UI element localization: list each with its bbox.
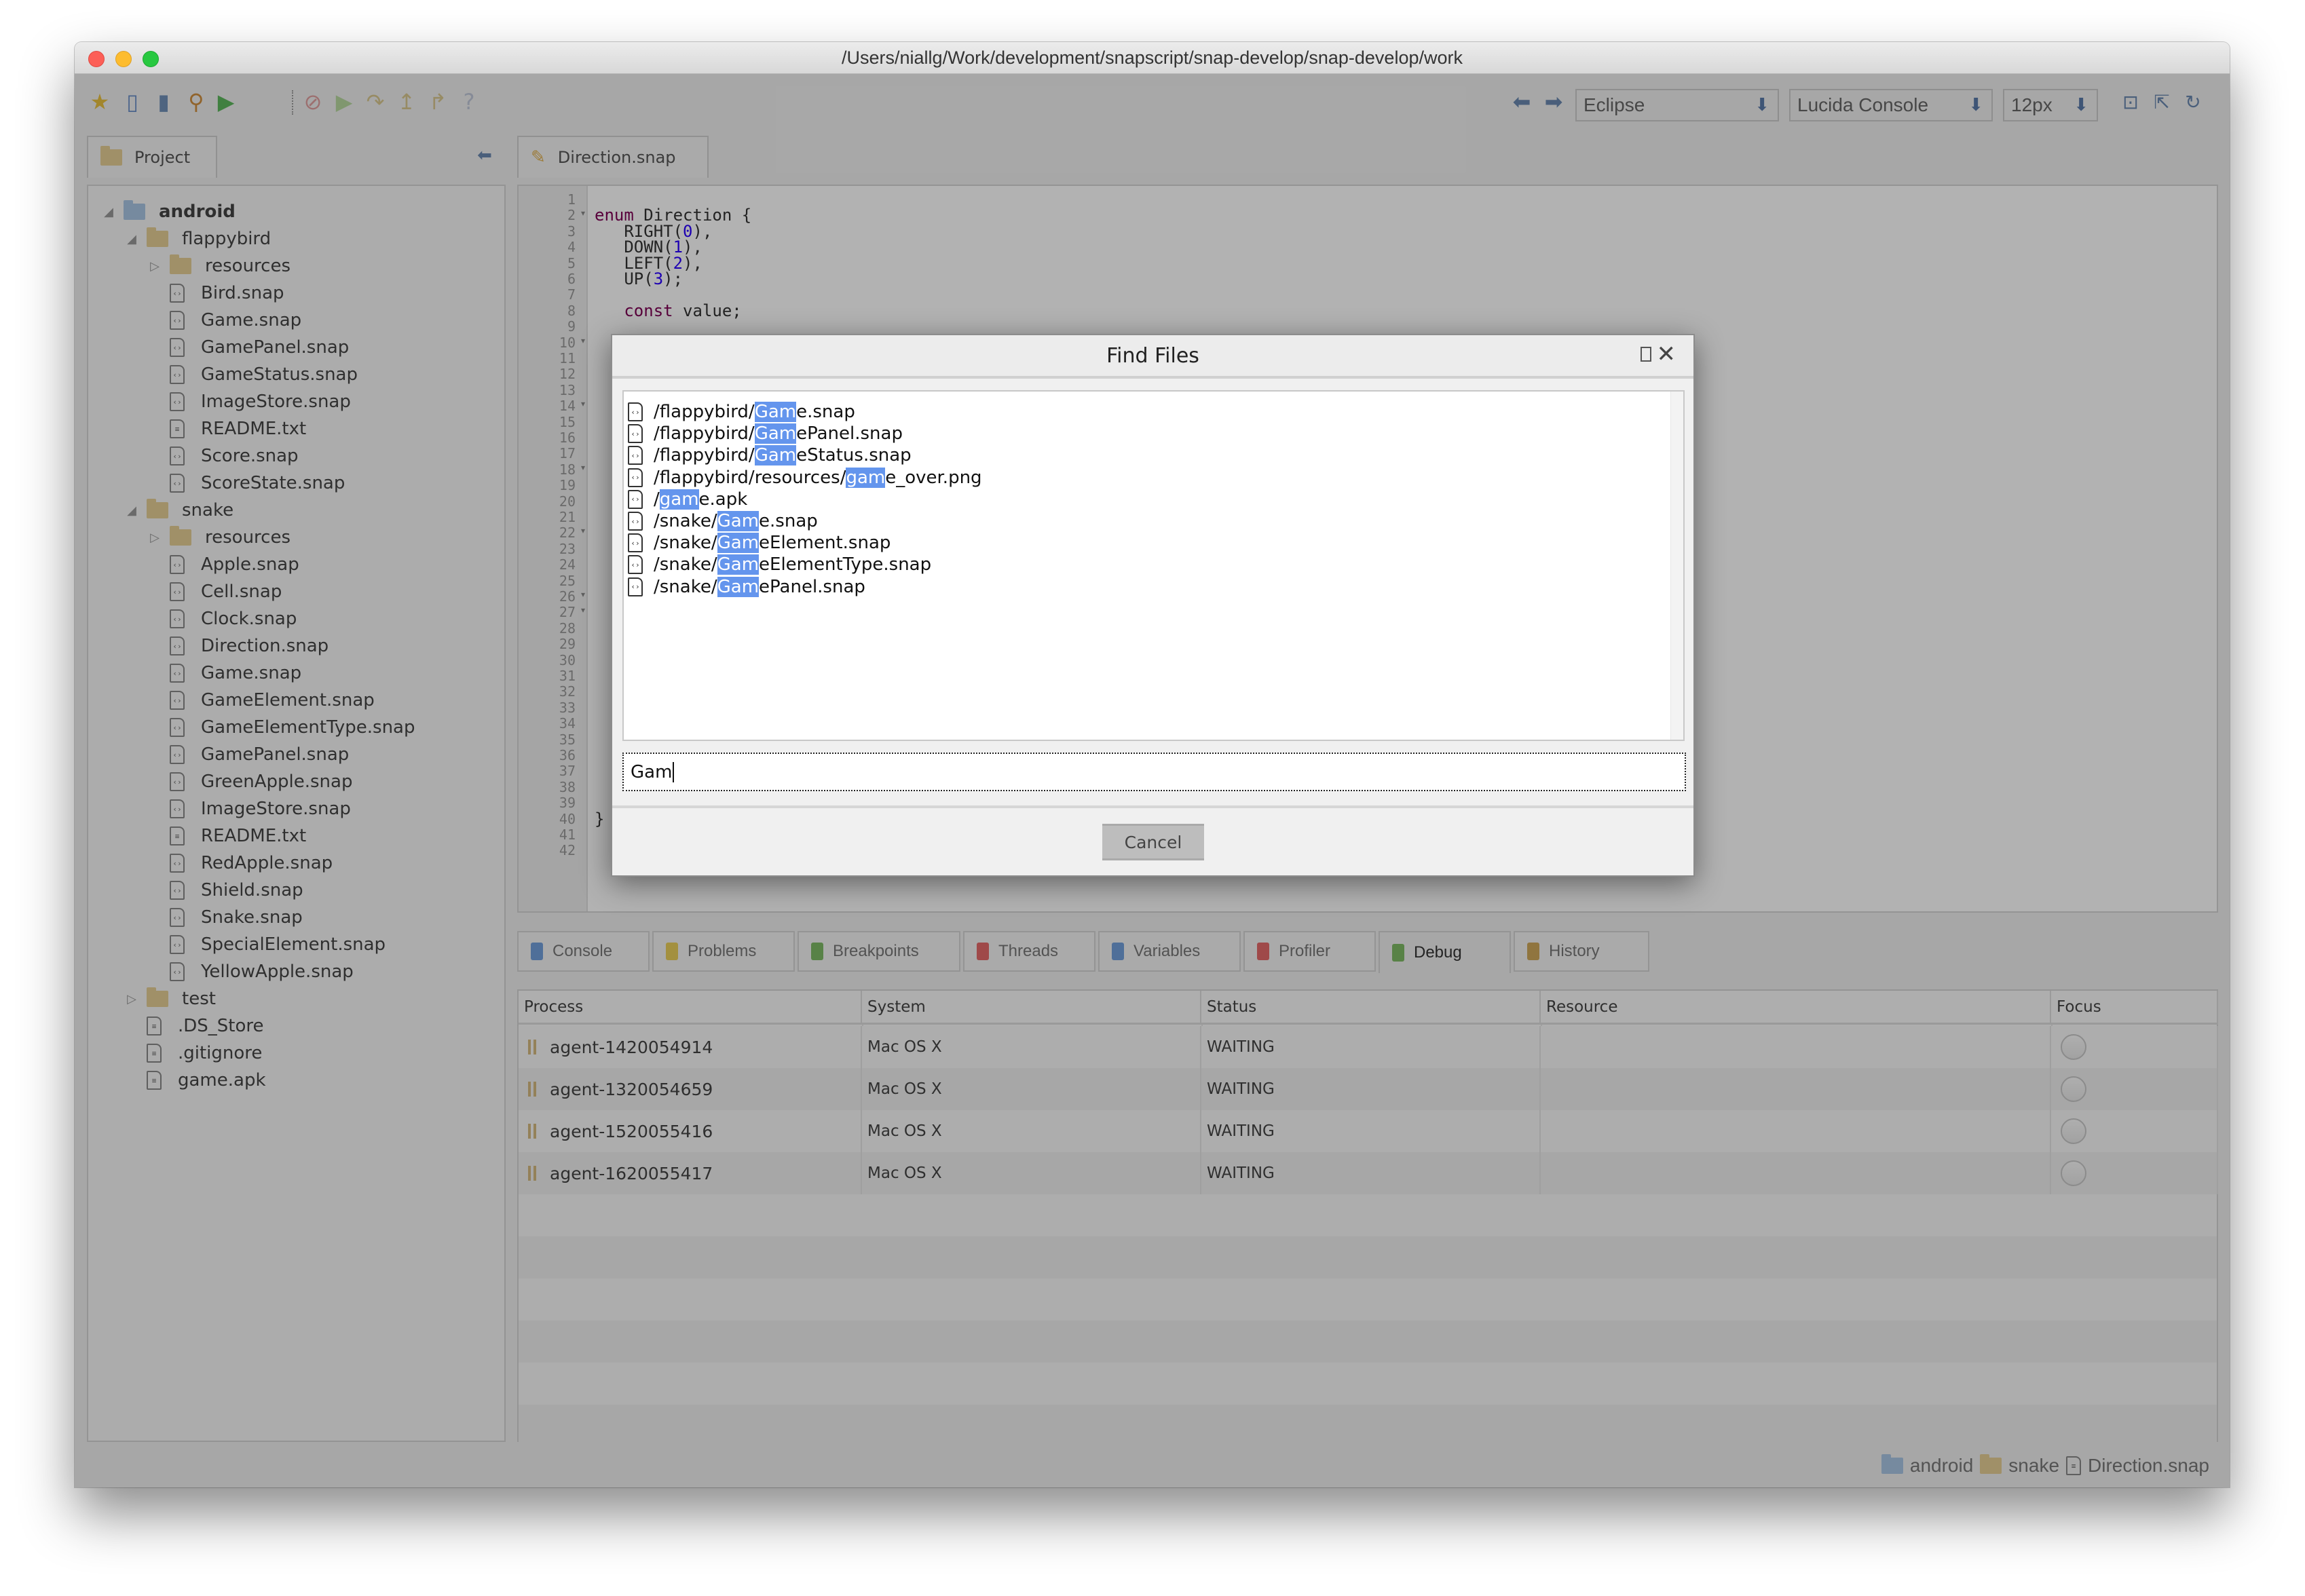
result-path-text: /flappybird/ bbox=[654, 423, 755, 444]
code-file-icon: ‹› bbox=[628, 512, 643, 531]
result-item[interactable]: ‹› /snake/Gam eElement.snap bbox=[628, 532, 891, 554]
result-path-text: /snake/ bbox=[654, 511, 717, 531]
result-item[interactable]: ‹› / gam e.apk bbox=[628, 489, 747, 510]
result-item[interactable]: ‹› /flappybird/Gam e.snap bbox=[628, 401, 855, 423]
result-item[interactable]: ‹› /snake/Gam eElementType.snap bbox=[628, 554, 931, 575]
code-file-icon: ‹› bbox=[628, 402, 643, 421]
match-highlight: Gam bbox=[717, 576, 760, 597]
title-bar: /Users/niallg/Work/development/snapscrip… bbox=[75, 42, 2230, 74]
result-item[interactable]: ‹› /flappybird/Gam ePanel.snap bbox=[628, 423, 903, 444]
dialog-title-bar: Find Files ✕ bbox=[612, 335, 1693, 379]
find-files-dialog: Find Files ✕ ‹›/flappybird/Gam e.snap ‹›/f… bbox=[611, 334, 1695, 877]
match-highlight: Gam bbox=[717, 533, 760, 554]
code-file-icon: ‹› bbox=[628, 577, 643, 596]
search-input-value: Gam bbox=[631, 761, 673, 782]
result-path-text: /flappybird/ bbox=[654, 445, 755, 466]
window-title: /Users/niallg/Work/development/snapscrip… bbox=[842, 48, 1463, 68]
result-path-text: e.snap bbox=[796, 402, 855, 422]
match-highlight: gam bbox=[659, 489, 699, 510]
match-highlight: Gam bbox=[754, 402, 797, 422]
code-file-icon: ‹› bbox=[628, 468, 643, 487]
match-highlight: Gam bbox=[754, 423, 797, 444]
match-highlight: Gam bbox=[754, 445, 797, 466]
result-item[interactable]: ‹› /flappybird/Gam eStatus.snap bbox=[628, 444, 912, 466]
dialog-title: Find Files bbox=[1106, 343, 1199, 368]
code-file-icon: ‹› bbox=[628, 446, 643, 466]
close-dialog-icon[interactable]: ✕ bbox=[1657, 341, 1676, 368]
dialog-divider bbox=[612, 805, 1693, 808]
result-path-text: /snake/ bbox=[654, 533, 717, 554]
result-path-text: eElementType.snap bbox=[759, 554, 932, 575]
results-scrollbar[interactable] bbox=[1670, 392, 1683, 740]
result-path-text: /snake/ bbox=[654, 554, 717, 575]
match-highlight: Gam bbox=[717, 511, 760, 531]
search-input[interactable]: Gam bbox=[622, 753, 1686, 791]
result-path-text: /snake/ bbox=[654, 576, 717, 597]
result-item[interactable]: ‹› /snake/Gam ePanel.snap bbox=[628, 576, 865, 598]
match-highlight: Gam bbox=[717, 554, 760, 575]
result-path-text: /flappybird/resources/ bbox=[654, 467, 846, 488]
cancel-button[interactable]: Cancel bbox=[1102, 824, 1204, 860]
result-item[interactable]: ‹› /flappybird/resources/gam e_over.png bbox=[628, 467, 982, 489]
result-path-text: /flappybird/ bbox=[654, 402, 755, 422]
results-list: ‹›/flappybird/Gam e.snap ‹›/flappybird/Gam… bbox=[622, 390, 1685, 741]
text-caret bbox=[673, 761, 675, 782]
result-path-text: eElement.snap bbox=[759, 533, 891, 554]
code-file-icon: ‹› bbox=[628, 555, 643, 575]
result-path-text: eStatus.snap bbox=[796, 445, 912, 466]
code-file-icon: ‹› bbox=[628, 533, 643, 553]
code-file-icon: ‹› bbox=[628, 424, 643, 444]
result-path-text: e.apk bbox=[698, 489, 748, 510]
result-path-text: e_over.png bbox=[885, 467, 982, 488]
result-path-text: ePanel.snap bbox=[759, 576, 865, 597]
result-path-text: e.snap bbox=[759, 511, 818, 531]
match-highlight: gam bbox=[846, 467, 886, 488]
result-path-text: / bbox=[654, 489, 660, 510]
maximize-dialog-icon[interactable] bbox=[1641, 347, 1651, 362]
code-file-icon: ‹› bbox=[628, 489, 643, 509]
result-path-text: ePanel.snap bbox=[796, 423, 903, 444]
result-item[interactable]: ‹› /snake/Gam e.snap bbox=[628, 510, 818, 532]
